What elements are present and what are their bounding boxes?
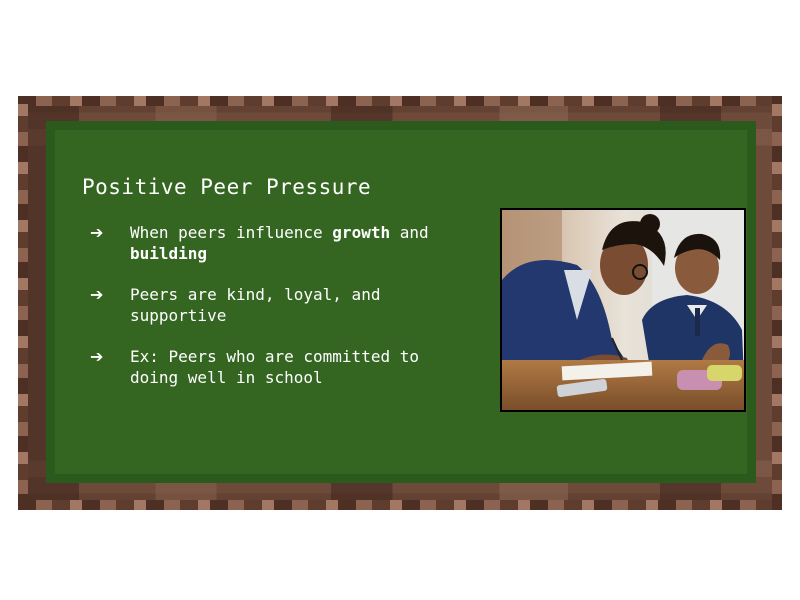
photo-illustration [502, 210, 744, 410]
bullet-list: ➔ When peers influence growth and buildi… [90, 222, 470, 408]
arrow-right-icon: ➔ [90, 223, 104, 242]
bullet-item: ➔ When peers influence growth and buildi… [90, 222, 470, 264]
bullet-text-part: and [390, 223, 429, 242]
bullet-item: ➔ Ex: Peers who are committed to doing w… [90, 346, 470, 388]
students-studying-photo [500, 208, 746, 412]
bullet-bold-growth: growth [332, 223, 391, 242]
slide-title: Positive Peer Pressure [82, 175, 372, 199]
bullet-bold-building: building [130, 244, 208, 263]
frame-right-edge [772, 96, 782, 510]
bullet-item: ➔ Peers are kind, loyal, and supportive [90, 284, 470, 326]
bullet-text: Peers are kind, loyal, and supportive [130, 285, 381, 325]
bullet-text: Ex: Peers who are committed to doing wel… [130, 347, 419, 387]
frame-top-edge [18, 96, 782, 106]
arrow-right-icon: ➔ [90, 285, 104, 304]
bullet-text-part: When peers influence [130, 223, 333, 242]
arrow-right-icon: ➔ [90, 347, 104, 366]
frame-bottom-edge [18, 500, 782, 510]
frame-left-edge [18, 96, 28, 510]
